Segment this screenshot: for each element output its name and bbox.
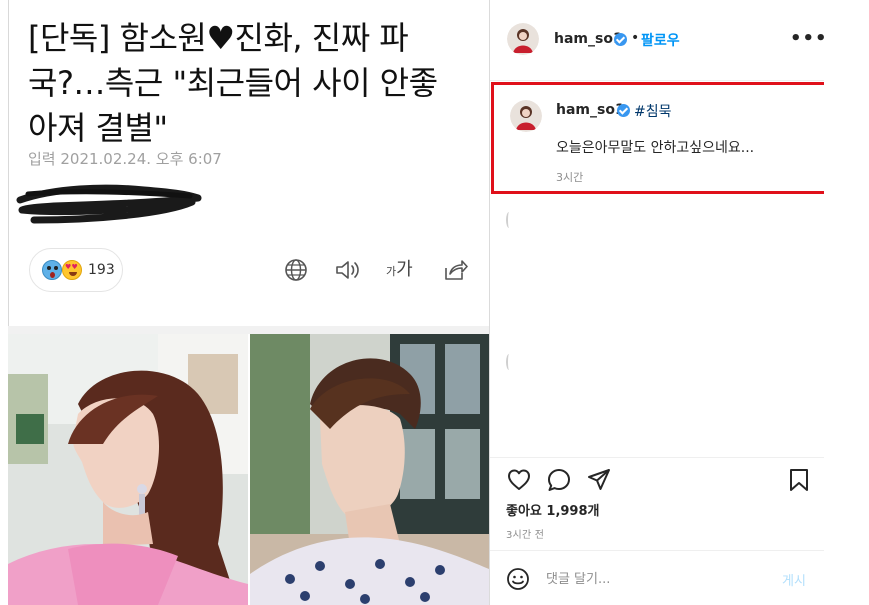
bookmark-icon[interactable] bbox=[786, 467, 812, 493]
comment-input[interactable] bbox=[546, 567, 766, 591]
comment-bar: 게시 bbox=[490, 550, 825, 605]
caption-username[interactable]: ham_so1 bbox=[556, 102, 625, 118]
header-divider bbox=[490, 80, 825, 81]
reaction-count: 193 bbox=[88, 262, 115, 278]
emoji-smiley-icon[interactable] bbox=[506, 567, 530, 591]
verified-badge-icon bbox=[614, 33, 627, 46]
font-size-large-label: 가 bbox=[396, 259, 413, 280]
comment-icon[interactable] bbox=[546, 467, 572, 493]
redacted-reporter-scribble bbox=[16, 184, 202, 224]
heart-icon[interactable] bbox=[506, 467, 532, 493]
comment-placeholder-stub bbox=[506, 354, 512, 370]
comment-placeholder-stub bbox=[506, 212, 512, 228]
headline-line-1: [단독] 함소원♥진화, 진짜 파 bbox=[28, 19, 409, 57]
header-separator: • bbox=[631, 30, 640, 46]
caption-timestamp[interactable]: 3시간 bbox=[556, 169, 583, 185]
article-headline: [단독] 함소원♥진화, 진짜 파 국?…측근 "최근들어 사이 안좋 아져 결… bbox=[28, 16, 478, 151]
headline-line-3: 아져 결별" bbox=[28, 109, 168, 147]
caption-highlight-box: ham_so1 #침묵 오늘은아무말도 안하고싶으네요... 3시간 bbox=[491, 82, 858, 194]
globe-icon[interactable] bbox=[284, 258, 308, 282]
speaker-icon[interactable] bbox=[334, 258, 362, 282]
caption-hashtag[interactable]: #침묵 bbox=[634, 101, 672, 121]
more-options-icon[interactable]: ••• bbox=[790, 30, 827, 50]
surprised-emoji-icon bbox=[42, 260, 62, 280]
headline-line-2: 국?…측근 "최근들어 사이 안좋 bbox=[28, 64, 438, 102]
share-icon[interactable] bbox=[442, 258, 468, 282]
avatar[interactable] bbox=[507, 23, 539, 55]
news-article: [단독] 함소원♥진화, 진짜 파 국?…측근 "최근들어 사이 안좋 아져 결… bbox=[0, 0, 489, 605]
article-dateline: 입력 2021.02.24. 오후 6:07 bbox=[28, 150, 222, 168]
caption-verified-badge-icon bbox=[617, 104, 630, 117]
header-username[interactable]: ham_so1 bbox=[554, 31, 623, 47]
post-timestamp[interactable]: 3시간 전 bbox=[506, 526, 544, 541]
article-photo-woman bbox=[8, 334, 248, 605]
send-icon[interactable] bbox=[586, 467, 612, 493]
caption-avatar[interactable] bbox=[510, 100, 542, 132]
article-divider bbox=[8, 326, 489, 334]
font-size-small-label: 가 bbox=[386, 265, 397, 278]
page-margin bbox=[824, 0, 869, 605]
like-count[interactable]: 좋아요 1,998개 bbox=[506, 500, 600, 519]
article-border bbox=[8, 0, 9, 330]
follow-button[interactable]: 팔로우 bbox=[641, 30, 680, 50]
post-header: ham_so1 • 팔로우 ••• bbox=[490, 0, 827, 80]
heart-eyes-emoji-icon bbox=[62, 260, 82, 280]
caption-text: 오늘은아무말도 안하고싶으네요... bbox=[556, 140, 755, 156]
font-size-button[interactable]: 가가 bbox=[386, 258, 416, 282]
reaction-summary[interactable]: 193 bbox=[29, 248, 123, 292]
post-comment-button[interactable]: 게시 bbox=[782, 570, 806, 589]
post-actions bbox=[490, 457, 825, 505]
instagram-post-panel: ham_so1 • 팔로우 ••• ham_so1 #침묵 오늘은아무말도 안하… bbox=[489, 0, 858, 605]
article-photo-man bbox=[250, 334, 489, 605]
